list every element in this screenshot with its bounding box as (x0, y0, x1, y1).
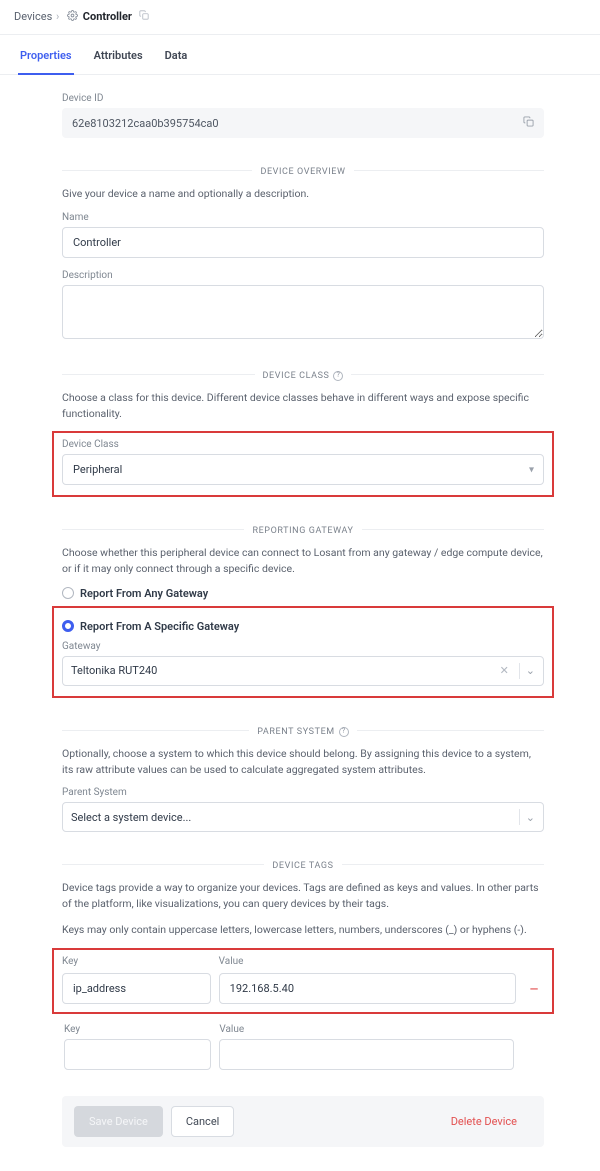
section-label: DEVICE OVERVIEW (252, 167, 353, 177)
cancel-button[interactable]: Cancel (171, 1106, 234, 1137)
chevron-down-icon[interactable]: ⌄ (526, 664, 535, 677)
parent-system-label: Parent System (62, 787, 544, 798)
tab-attributes[interactable]: Attributes (92, 35, 145, 74)
section-device-tags: DEVICE TAGS (62, 858, 544, 870)
tags-highlight: Key Value — (52, 948, 554, 1014)
parent-system-select[interactable]: Select a system device... ⌄ (62, 802, 544, 832)
separator (519, 809, 520, 825)
tab-data[interactable]: Data (163, 35, 190, 74)
name-label: Name (62, 212, 544, 223)
tabs: Properties Attributes Data (0, 35, 600, 75)
gear-icon (67, 10, 78, 24)
gateway-value: Teltonika RUT240 (71, 664, 496, 677)
gateway-desc: Choose whether this peripheral device ca… (62, 545, 544, 577)
section-label: DEVICE TAGS (264, 861, 341, 871)
radio-specific-gateway[interactable]: Report From A Specific Gateway (62, 620, 544, 633)
section-label: REPORTING GATEWAY (244, 526, 361, 536)
help-icon[interactable]: ? (339, 727, 349, 737)
remove-tag-button[interactable]: — (524, 983, 544, 1004)
section-parent-system: PARENT SYSTEM ? (62, 724, 544, 736)
chevron-down-icon[interactable]: ⌄ (526, 811, 535, 824)
copy-icon[interactable] (523, 116, 534, 130)
radio-icon (62, 620, 74, 632)
gateway-field-label: Gateway (62, 641, 544, 652)
device-id-label: Device ID (62, 93, 544, 104)
help-icon[interactable]: ? (333, 371, 343, 381)
overview-desc: Give your device a name and optionally a… (62, 186, 544, 202)
breadcrumb: Devices › Controller (0, 0, 600, 34)
tag-value-header: Value (219, 956, 516, 967)
save-button[interactable]: Save Device (74, 1106, 163, 1137)
tags-desc2: Keys may only contain uppercase letters,… (62, 922, 544, 938)
copy-icon[interactable] (139, 10, 149, 23)
gateway-select[interactable]: Teltonika RUT240 ✕ ⌄ (62, 656, 544, 686)
separator (519, 663, 520, 679)
device-class-highlight: Device Class Peripheral ▾ (52, 431, 554, 497)
tag-key-input[interactable] (64, 1039, 211, 1070)
footer-bar: Save Device Cancel Delete Device (62, 1096, 544, 1147)
device-class-desc: Choose a class for this device. Differen… (62, 390, 544, 422)
gateway-highlight: Report From A Specific Gateway Gateway T… (52, 606, 554, 698)
breadcrumb-title: Controller (83, 10, 132, 23)
section-label: DEVICE CLASS ? (255, 371, 352, 381)
tag-row-empty (62, 1039, 544, 1070)
tag-value-input[interactable] (219, 1039, 514, 1070)
section-device-class: DEVICE CLASS ? (62, 368, 544, 380)
device-class-label: Device Class (62, 439, 544, 450)
tab-properties[interactable]: Properties (18, 35, 74, 75)
tag-row: — (62, 973, 544, 1004)
radio-any-gateway[interactable]: Report From Any Gateway (62, 587, 544, 600)
clear-icon[interactable]: ✕ (500, 664, 509, 677)
tag-key-input[interactable] (62, 973, 211, 1004)
parent-system-desc: Optionally, choose a system to which thi… (62, 746, 544, 778)
name-input[interactable] (62, 227, 544, 258)
section-device-overview: DEVICE OVERVIEW (62, 164, 544, 176)
tag-value-header: Value (219, 1024, 514, 1035)
tags-desc1: Device tags provide a way to organize yo… (62, 880, 544, 912)
section-reporting-gateway: REPORTING GATEWAY (62, 523, 544, 535)
device-id-value: 62e8103212caa0b395754ca0 (72, 117, 219, 130)
section-label: PARENT SYSTEM ? (249, 727, 357, 737)
device-class-select[interactable]: Peripheral (62, 454, 544, 485)
radio-icon (62, 587, 74, 599)
description-input[interactable] (62, 285, 544, 339)
radio-label: Report From A Specific Gateway (80, 620, 239, 633)
chevron-right-icon: › (56, 10, 59, 23)
parent-system-placeholder: Select a system device... (71, 811, 513, 824)
tag-value-input[interactable] (219, 973, 516, 1004)
delete-button[interactable]: Delete Device (436, 1106, 532, 1137)
description-label: Description (62, 270, 544, 281)
tag-key-header: Key (62, 956, 211, 967)
tag-key-header: Key (64, 1024, 211, 1035)
radio-label: Report From Any Gateway (80, 587, 208, 600)
breadcrumb-parent[interactable]: Devices (14, 10, 52, 23)
device-id-box: 62e8103212caa0b395754ca0 (62, 108, 544, 138)
